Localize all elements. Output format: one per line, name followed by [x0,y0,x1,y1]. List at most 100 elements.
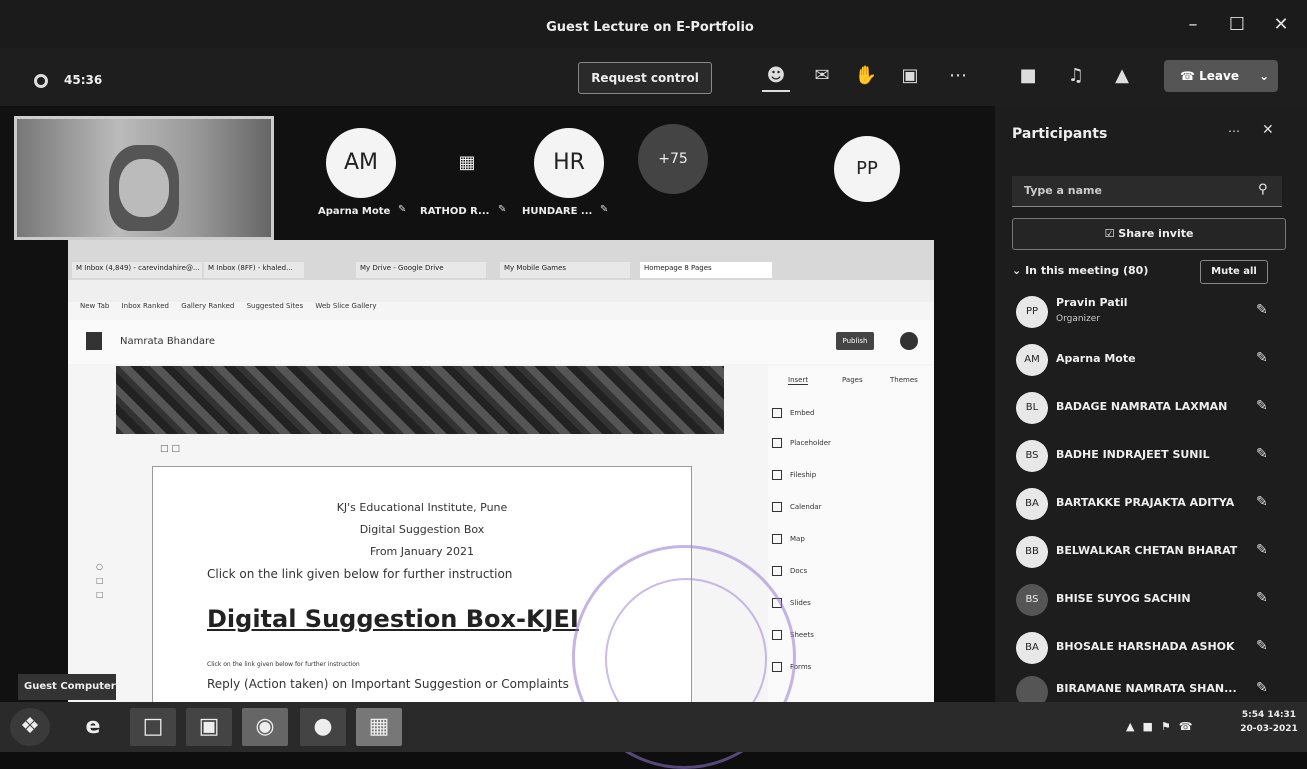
account-avatar[interactable] [900,332,918,350]
insert-item[interactable]: Embed [790,409,814,417]
participant-role: Organizer [1056,314,1101,324]
request-control-button[interactable]: Request control [578,62,712,94]
rooms-icon[interactable]: ▣ [896,62,924,90]
participants-title: Participants [1012,126,1108,142]
section-tools-icon[interactable]: □ □ [160,444,180,454]
side-tab[interactable]: Pages [842,376,863,384]
participant-name: BELWALKAR CHETAN BHARAT [1056,544,1238,557]
leave-button[interactable]: ☎ Leave ⌄ [1164,60,1278,92]
participant-row[interactable]: BB BELWALKAR CHETAN BHARAT ✎ [1012,532,1282,572]
close-pane-icon[interactable]: ✕ [1262,122,1274,138]
share-invite-icon: ☑ [1104,227,1115,240]
browser-tab[interactable]: M Inbox (4,849) - carevindahire@... [72,262,202,278]
bookmark-item[interactable]: New Tab [80,302,109,310]
mic-off-icon: ✎ [1256,350,1268,366]
participant-avatar[interactable]: PP [834,136,900,202]
participant-name: BIRAMANE NAMRATA SHAN... [1056,682,1237,695]
in-meeting-header[interactable]: ⌄ In this meeting (80) [1012,264,1148,277]
teams-icon[interactable]: ▦ [356,708,402,746]
side-tab[interactable]: Themes [890,376,918,384]
address-bar[interactable] [68,280,934,302]
shared-screen: M Inbox (4,849) - carevindahire@... M In… [68,240,934,702]
mic-off-icon: ✎ [600,204,609,215]
windows-taskbar: ❖ e □ ▣ ◉ ● ▦ ▲■⚑☎ [0,702,1307,752]
maximize-button[interactable]: ☐ [1222,14,1252,35]
start-icon[interactable]: ❖ [10,708,50,746]
browser-tab[interactable]: M Inbox (8FF) - khaled... [204,262,304,278]
insert-item[interactable]: Placeholder [790,439,831,447]
share-icon[interactable]: ▲ [1108,62,1136,90]
bookmarks-bar: New Tab Inbox Ranked Gallery Ranked Sugg… [68,302,934,320]
browser-tab[interactable]: My Drive - Google Drive [356,262,486,278]
system-tray-icons[interactable]: ▲■⚑☎ [1126,720,1200,733]
ie-icon[interactable]: e [70,708,116,746]
insert-item[interactable]: Docs [790,567,807,575]
people-icon[interactable]: ☻ [762,62,790,92]
publish-button[interactable]: Publish [836,332,874,350]
clock-date: 20-03-2021 [1240,724,1298,734]
chat-icon[interactable]: ✉ [808,62,836,90]
participant-row[interactable]: BL BADAGE NAMRATA LAXMAN ✎ [1012,388,1282,428]
participant-avatar: BS [1016,440,1048,472]
side-tab[interactable]: Insert [788,376,809,385]
share-invite-button[interactable]: ☑ Share invite [1012,218,1286,250]
bookmark-item[interactable]: Inbox Ranked [122,302,169,310]
insert-item[interactable]: Slides [790,599,811,607]
bookmark-item[interactable]: Suggested Sites [247,302,304,310]
calendar-icon [772,502,782,512]
bookmark-item[interactable]: Gallery Ranked [181,302,234,310]
more-options-icon[interactable]: ⋯ [1228,124,1240,138]
participant-name: RATHOD R... [420,206,490,217]
self-video [14,116,274,240]
bookmark-item[interactable]: Web Slice Gallery [315,302,376,310]
mic-off-icon: ✎ [1256,638,1268,654]
insert-item[interactable]: Calendar [790,503,821,511]
participant-row[interactable]: AM Aparna Mote ✎ [1012,340,1282,380]
participant-avatar: AM [1016,344,1048,376]
meeting-title: Guest Lecture on E-Portfolio [546,20,754,35]
participant-row[interactable]: BIRAMANE NAMRATA SHAN... ✎ [1012,676,1282,702]
participant-row[interactable]: BS BHISE SUYOG SACHIN ✎ [1012,580,1282,620]
participant-name: BADAGE NAMRATA LAXMAN [1056,400,1228,413]
store-icon[interactable]: ▣ [186,708,232,746]
phone-icon: ☎ [1180,69,1195,83]
participant-row[interactable]: BA BARTAKKE PRAJAKTA ADITYA ✎ [1012,484,1282,524]
participant-name: HUNDARE ... [522,206,593,217]
close-button[interactable]: ✕ [1266,14,1296,35]
participant-row[interactable]: BA BHOSALE HARSHADA ASHOK ✎ [1012,628,1282,668]
map-icon [772,534,782,544]
participant-avatar[interactable]: HR [534,128,604,198]
participant-grid-icon[interactable]: ▦ [432,128,502,198]
chrome-icon[interactable]: ◉ [242,708,288,746]
timer-icon [34,74,48,88]
more-participants-badge[interactable]: +75 [638,124,708,194]
firefox-icon[interactable]: ● [300,708,346,746]
participant-avatar: PP [1016,296,1048,328]
search-icon[interactable]: ⚲ [1258,182,1268,197]
site-banner-image [116,366,724,434]
participant-avatar[interactable]: AM [326,128,396,198]
mic-off-icon: ✎ [1256,542,1268,558]
insert-item[interactable]: Fileship [790,471,816,479]
mic-off-icon: ✎ [1256,446,1268,462]
browser-tab[interactable]: Homepage 8 Pages [640,262,772,278]
taskbar-clock[interactable]: 5:54 14:31 20-03-2021 [1239,708,1299,736]
mic-icon[interactable]: ♫ [1062,62,1090,90]
placeholder-icon [772,438,782,448]
page-tools-icon[interactable]: ○ □ □ [96,560,104,602]
doc-line: Digital Suggestion Box [359,523,485,536]
mute-all-button[interactable]: Mute all [1200,260,1268,284]
mic-off-icon: ✎ [1256,398,1268,414]
camera-icon[interactable]: ■ [1014,62,1042,90]
explorer-icon[interactable]: □ [130,708,176,746]
more-icon[interactable]: ⋯ [944,62,972,90]
leave-label: Leave [1199,69,1239,83]
participant-row[interactable]: BS BADHE INDRAJEET SUNIL ✎ [1012,436,1282,476]
minimize-button[interactable]: – [1178,14,1208,35]
chevron-down-icon[interactable]: ⌄ [1259,69,1269,83]
participant-row[interactable]: PP Pravin Patil Organizer ✎ [1012,292,1282,332]
participant-avatar: BL [1016,392,1048,424]
browser-tab[interactable]: My Mobile Games [500,262,630,278]
raise-hand-icon[interactable]: ✋ [852,62,880,90]
insert-item[interactable]: Map [790,535,805,543]
